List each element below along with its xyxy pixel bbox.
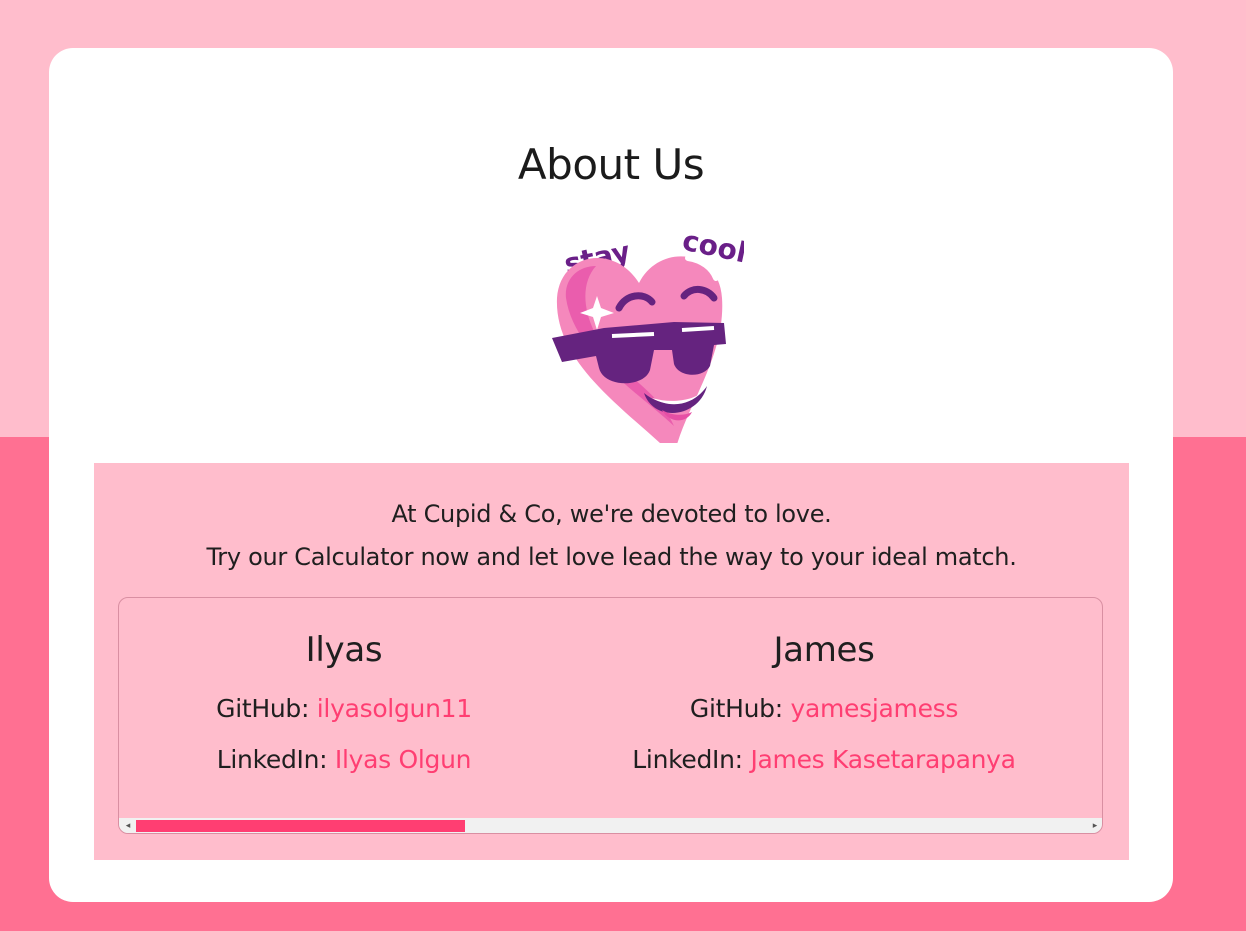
linkedin-label: LinkedIn: [632, 745, 751, 774]
github-row: GitHub: ilyasolgun11 [189, 683, 499, 734]
github-link[interactable]: ilyasolgun11 [317, 694, 472, 723]
linkedin-row: LinkedIn: James Kasetarapanya [619, 734, 1029, 785]
linkedin-link[interactable]: James Kasetarapanya [750, 745, 1016, 774]
linkedin-label: LinkedIn: [216, 745, 335, 774]
intro-line-1: At Cupid & Co, we're devoted to love. [391, 500, 832, 528]
github-row: GitHub: yamesjamess [619, 683, 1029, 734]
cool-heart-mascot-icon: stay cool [552, 224, 744, 443]
horizontal-scrollbar[interactable]: ◂ ▸ [119, 818, 1102, 833]
linkedin-link[interactable]: Ilyas Olgun [335, 745, 472, 774]
about-card: About Us stay cool At Cupid & Co, we're … [49, 48, 1173, 902]
member-name: James [773, 630, 875, 670]
team-member-card: Ilyas GitHub: ilyasolgun11 LinkedIn: Ily… [189, 628, 499, 785]
team-scroll-container[interactable]: Ilyas GitHub: ilyasolgun11 LinkedIn: Ily… [118, 597, 1103, 834]
github-label: GitHub: [689, 694, 791, 723]
github-link[interactable]: yamesjamess [790, 694, 958, 723]
intro-line-2: Try our Calculator now and let love lead… [206, 543, 1017, 571]
team-member-card: James GitHub: yamesjamess LinkedIn: Jame… [619, 628, 1029, 785]
linkedin-row: LinkedIn: Ilyas Olgun [189, 734, 499, 785]
scrollbar-thumb[interactable] [136, 820, 465, 832]
arrow-right-icon[interactable]: ▸ [1088, 818, 1102, 833]
arrow-left-icon[interactable]: ◂ [121, 818, 135, 833]
about-panel: At Cupid & Co, we're devoted to love. Tr… [94, 463, 1129, 860]
intro-text: At Cupid & Co, we're devoted to love. Tr… [94, 493, 1129, 579]
member-name: Ilyas [305, 630, 383, 670]
github-label: GitHub: [216, 694, 317, 723]
